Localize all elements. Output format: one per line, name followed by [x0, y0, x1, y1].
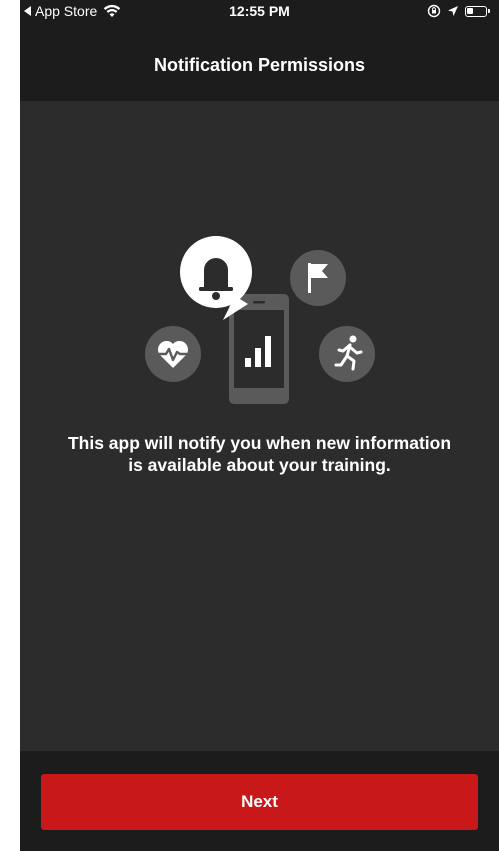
notification-illustration [145, 236, 375, 404]
rotation-lock-icon [427, 4, 441, 18]
status-indicators [427, 4, 490, 18]
bell-icon [180, 236, 252, 320]
navigation-bar: Notification Permissions [20, 22, 499, 101]
battery-icon [465, 5, 490, 17]
phone-chart-icon [229, 294, 289, 404]
location-icon [448, 6, 458, 16]
next-button[interactable]: Next [41, 774, 478, 830]
bottom-bar: Next [20, 751, 499, 851]
flag-icon [290, 250, 346, 306]
runner-icon [319, 326, 375, 382]
status-bar: App Store 12:55 PM [20, 0, 499, 22]
app-screen: App Store 12:55 PM Notification Permissi… [20, 0, 499, 851]
notification-message: This app will notify you when new inform… [67, 433, 452, 475]
heart-rate-icon [145, 326, 201, 382]
page-title: Notification Permissions [153, 55, 366, 75]
